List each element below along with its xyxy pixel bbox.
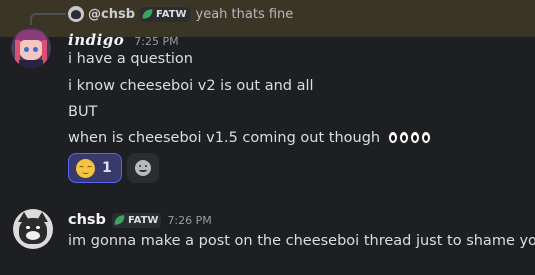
reply-connector: [30, 13, 66, 25]
reaction-count: 1: [102, 160, 112, 176]
eyes-icon: [409, 131, 420, 144]
reply-preview[interactable]: @chsb FATW yeah thats fine: [68, 5, 293, 23]
message-header-indigo: indigo 7:25 PM: [68, 31, 179, 49]
reply-avatar[interactable]: [68, 6, 84, 22]
author-name[interactable]: indigo: [68, 31, 124, 49]
avatar-chsb[interactable]: [13, 209, 53, 249]
reactions-bar: 1: [68, 153, 159, 183]
add-reaction-icon: [135, 160, 151, 176]
chat-messages: @chsb FATW yeah thats fine indigo 7:25 P…: [0, 0, 535, 275]
eyes-icon: [387, 131, 398, 144]
avatar-indigo[interactable]: [11, 28, 51, 68]
message-line-with-emoji: when is cheeseboi v1.5 coming out though: [68, 130, 432, 146]
message-line: when is cheeseboi v1.5 coming out though: [68, 130, 381, 146]
eyes-icon: [420, 131, 431, 144]
add-reaction-button[interactable]: [127, 153, 159, 183]
guild-tag[interactable]: FATW: [111, 212, 162, 228]
message-line: i have a question: [68, 51, 193, 67]
timestamp: 7:26 PM: [167, 213, 212, 227]
reply-text[interactable]: yeah thats fine: [196, 7, 294, 22]
reaction-relieved[interactable]: 1: [68, 153, 122, 183]
reply-tag-label: FATW: [156, 8, 187, 20]
message-line: im gonna make a post on the cheeseboi th…: [68, 233, 535, 249]
leaf-icon: [113, 215, 126, 225]
message-line: BUT: [68, 104, 98, 120]
reply-guild-tag[interactable]: FATW: [140, 6, 190, 22]
leaf-icon: [141, 9, 154, 19]
timestamp: 7:25 PM: [134, 35, 179, 48]
relieved-face-icon: [76, 158, 95, 178]
message-header-chsb: chsb FATW 7:26 PM: [68, 211, 212, 229]
author-name[interactable]: chsb: [68, 212, 106, 228]
guild-tag-label: FATW: [127, 214, 159, 226]
reply-author[interactable]: @chsb: [88, 7, 135, 22]
message-line: i know cheeseboi v2 is out and all: [68, 78, 314, 94]
eyes-emoji-group: [387, 131, 432, 144]
eyes-icon: [398, 131, 409, 144]
